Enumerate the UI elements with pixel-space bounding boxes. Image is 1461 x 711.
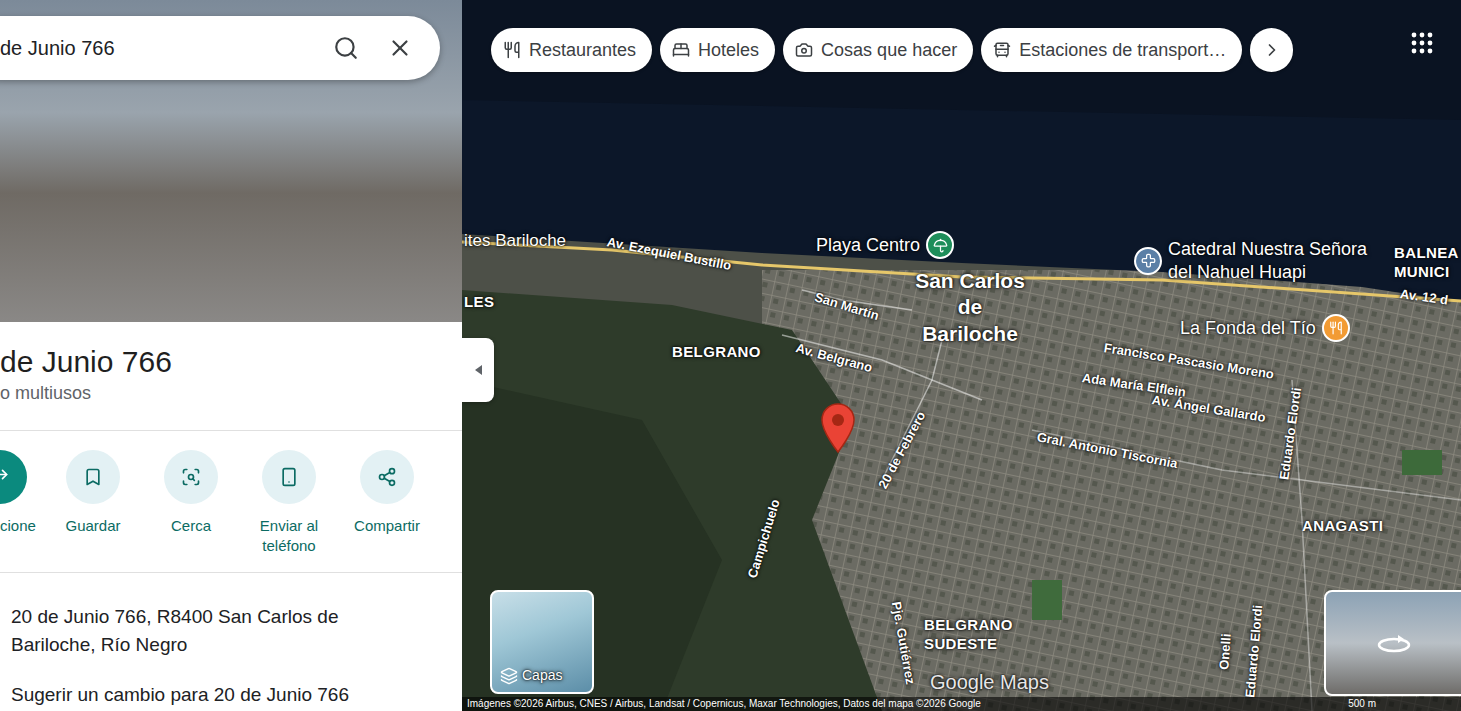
street-view-thumbnail[interactable] — [1324, 590, 1461, 696]
area-label: LES — [464, 293, 494, 312]
location-pin-icon[interactable] — [821, 403, 855, 453]
poi-icon — [1322, 314, 1350, 342]
share-icon — [377, 467, 397, 487]
place-title: de Junio 766 — [0, 344, 462, 380]
action-circle — [164, 450, 218, 504]
search-button[interactable] — [322, 24, 370, 72]
poi-label[interactable]: Playa Centro — [816, 231, 954, 259]
poi-label[interactable]: La Fonda del Tío — [1180, 314, 1350, 342]
layers-icon — [500, 667, 518, 685]
action-button[interactable]: cione — [0, 450, 44, 556]
attribution-text: Imágenes ©2026 Airbus, CNES / Airbus, La… — [467, 697, 981, 711]
bookmark-icon — [83, 467, 103, 487]
action-button[interactable]: Enviar al teléfono — [240, 450, 338, 556]
category-chip[interactable]: Estaciones de transport… — [981, 28, 1242, 72]
action-button[interactable]: Guardar — [44, 450, 142, 556]
nearby-icon — [181, 467, 201, 487]
area-label: ANAGASTI — [1302, 517, 1383, 536]
area-label: BELGRANO SUDESTE — [924, 616, 1034, 654]
clear-button[interactable] — [378, 26, 422, 70]
place-label: ites Bariloche — [464, 228, 566, 254]
place-header: de Junio 766o multiusos — [0, 322, 462, 431]
collapse-panel-button[interactable] — [462, 338, 494, 402]
category-chip[interactable]: Cosas que hacer — [783, 28, 973, 72]
map-watermark: Google Maps — [930, 667, 1049, 697]
scale-label[interactable]: 500 m — [1348, 697, 1456, 711]
suggest-edit[interactable]: Sugerir un cambio para 20 de Junio 766 — [0, 681, 462, 709]
action-label: cione — [0, 516, 36, 536]
action-row: cione Guardar Cerca Enviar al teléfono Compa… — [0, 431, 462, 573]
address-row[interactable]: 20 de Junio 766, R8400 San Carlos de Bar… — [0, 573, 462, 659]
action-circle — [66, 450, 120, 504]
search-box[interactable]: de Junio 766 — [0, 16, 440, 80]
hotel-icon — [672, 41, 690, 59]
action-button[interactable]: Cerca — [142, 450, 240, 556]
category-chip[interactable]: Restaurantes — [491, 28, 652, 72]
area-label: BALNEA MUNICI — [1394, 244, 1458, 282]
attribution-bar: Imágenes ©2026 Airbus, CNES / Airbus, La… — [462, 697, 1461, 711]
poi-icon — [1134, 247, 1162, 275]
city-label: San Carlos de Bariloche — [908, 268, 1032, 347]
chevron-right-icon — [1262, 40, 1282, 60]
action-label: Cerca — [148, 516, 234, 536]
place-category: o multiusos — [0, 380, 462, 406]
action-label: Guardar — [50, 516, 136, 536]
apps-grid-icon[interactable] — [1410, 31, 1434, 55]
satellite-imagery — [462, 0, 1461, 711]
transit-icon — [993, 41, 1011, 59]
phone-icon — [279, 467, 299, 487]
map-canvas[interactable]: ites BarilocheAv. Ezequiel BustilloPlaya… — [462, 0, 1461, 711]
action-circle — [262, 450, 316, 504]
action-label: Enviar al teléfono — [246, 516, 332, 556]
place-panel: de Junio 766de Junio 766o multiusoscione… — [0, 0, 462, 711]
poi-icon — [926, 231, 954, 259]
directions-icon — [0, 467, 10, 487]
caret-left-icon — [473, 364, 483, 376]
restaurant-icon — [503, 41, 521, 59]
action-circle — [0, 450, 27, 504]
maps-app: de Junio 766de Junio 766o multiusoscione… — [0, 0, 1461, 711]
category-chip[interactable]: Hoteles — [660, 28, 775, 72]
chip-bar: RestaurantesHotelesCosas que hacerEstaci… — [491, 28, 1293, 72]
street-label: Onelli — [1214, 633, 1236, 670]
poi-label[interactable]: Catedral Nuestra Señora del Nahuel Huapi — [1134, 238, 1384, 283]
chips-next-button[interactable] — [1250, 28, 1293, 72]
area-label: BELGRANO — [672, 343, 761, 362]
action-button[interactable]: Compartir — [338, 450, 436, 556]
rotate-360-icon — [1376, 631, 1412, 655]
search-input[interactable]: de Junio 766 — [0, 33, 314, 63]
layers-button[interactable]: Capas — [490, 590, 594, 694]
action-label: Compartir — [344, 516, 430, 536]
close-icon — [387, 35, 413, 61]
camera-icon — [795, 41, 813, 59]
search-icon — [333, 35, 359, 61]
action-circle — [360, 450, 414, 504]
